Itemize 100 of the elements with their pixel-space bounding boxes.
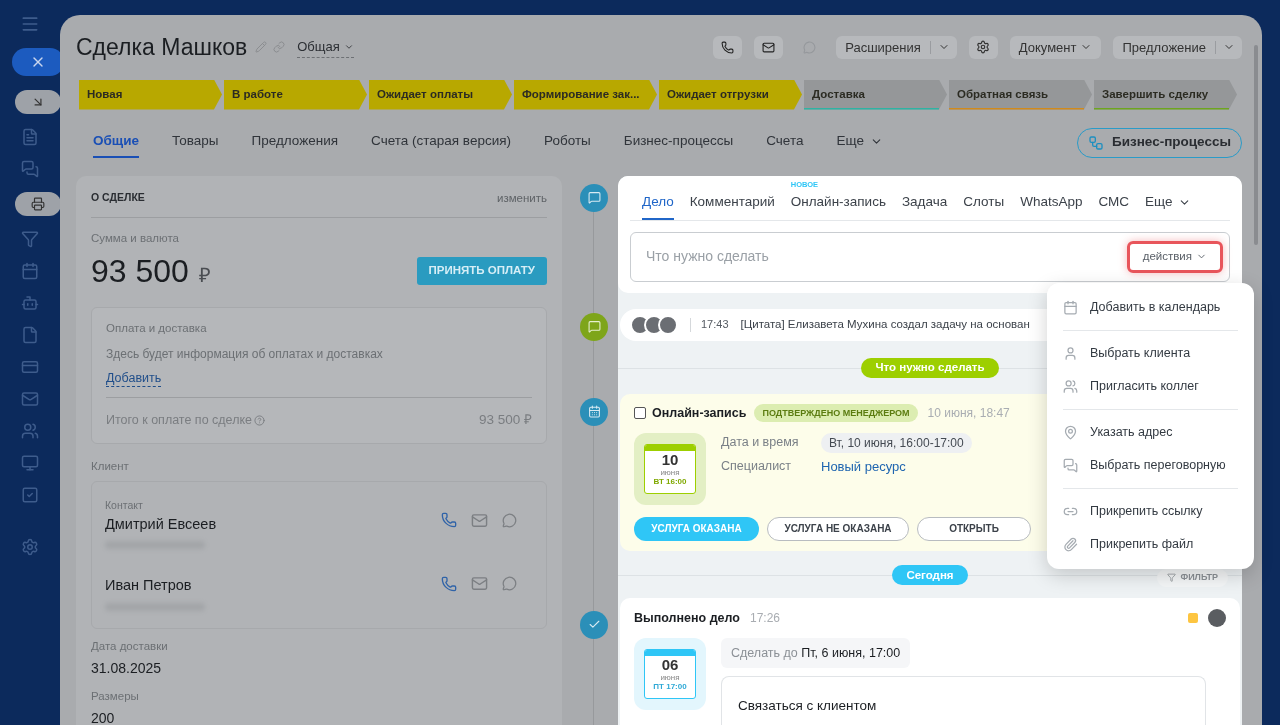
- deal-tab[interactable]: Еще: [836, 127, 883, 158]
- deal-tab[interactable]: Предложения: [251, 127, 339, 158]
- menu-icon[interactable]: [20, 14, 40, 34]
- avatar: [1208, 609, 1226, 628]
- pipeline-stage[interactable]: Завершить сделку: [1094, 79, 1237, 110]
- settings-icon[interactable]: [21, 538, 39, 556]
- todo-divider-label: Что нужно сделать: [861, 357, 999, 378]
- pipeline-stage[interactable]: Ожидает отгрузки: [659, 79, 802, 110]
- envelope-icon[interactable]: [471, 575, 488, 593]
- menu-item[interactable]: Добавить в календарь: [1063, 290, 1238, 324]
- booking-action-button[interactable]: УСЛУГА НЕ ОКАЗАНА: [767, 516, 909, 541]
- phone-icon: [721, 40, 735, 54]
- deal-tab[interactable]: Счета (старая версия): [371, 127, 511, 158]
- envelope-icon[interactable]: [21, 390, 39, 408]
- checkbox[interactable]: [634, 407, 646, 420]
- funnel-icon: [1167, 573, 1177, 583]
- deal-tab[interactable]: Счета: [766, 127, 804, 158]
- split-dropdown-button[interactable]: Расширения: [836, 35, 957, 59]
- chat-icon[interactable]: [21, 160, 39, 178]
- menu-item[interactable]: Выбрать переговорную: [1063, 448, 1238, 482]
- actions-button[interactable]: действия: [1126, 240, 1223, 273]
- checkbox-icon[interactable]: [21, 486, 39, 504]
- booking-action-button[interactable]: ОТКРЫТЬ: [917, 516, 1031, 541]
- comment-time: 17:43: [701, 317, 729, 333]
- chat-icon[interactable]: [502, 576, 517, 592]
- calendar-icon[interactable]: [21, 262, 39, 280]
- funnel-icon[interactable]: [21, 230, 39, 248]
- calendar-time: ВТ 16:00: [653, 476, 687, 487]
- deal-tab[interactable]: Бизнес-процессы: [623, 127, 734, 158]
- calendar-time: ПТ 17:00: [653, 681, 687, 692]
- dropdown-button[interactable]: Документ: [1009, 35, 1102, 59]
- deal-tab[interactable]: Товары: [172, 127, 219, 158]
- calendar-month: июня: [660, 672, 680, 682]
- link-icon[interactable]: [273, 41, 286, 54]
- chat-icon[interactable]: [502, 512, 517, 528]
- field-label: Дата доставки: [91, 638, 169, 654]
- flowchart-icon: [1087, 134, 1104, 151]
- field-label: Размеры: [91, 689, 140, 704]
- payments-title: Оплата и доставка: [106, 321, 208, 336]
- split-dropdown-button[interactable]: Предложение: [1113, 35, 1242, 59]
- calendar-icon: [587, 405, 601, 418]
- contact-name[interactable]: Дмитрий Евсеев: [105, 513, 217, 536]
- pipeline-stage[interactable]: В работе: [224, 79, 367, 110]
- file-icon[interactable]: [21, 326, 39, 344]
- detail-label: Дата и время: [721, 434, 800, 452]
- menu-item[interactable]: Пригласить коллег: [1063, 369, 1238, 403]
- editor-tab[interactable]: СМС: [1098, 186, 1129, 220]
- menu-item[interactable]: Прикрепить файл: [1063, 527, 1238, 561]
- menu-item[interactable]: Указать адрес: [1063, 415, 1238, 449]
- robot-icon[interactable]: [21, 294, 39, 312]
- deadline-text: Сделать до Пт, 6 июня, 17:00: [721, 637, 911, 668]
- specialist-link[interactable]: Новый ресурс: [821, 456, 972, 477]
- minimize-button[interactable]: [15, 90, 61, 114]
- flag-icon: [1188, 613, 1198, 624]
- pipeline-stage[interactable]: Доставка: [804, 79, 947, 110]
- task-text: Связаться с клиентом: [738, 697, 877, 713]
- deal-tab[interactable]: Общие: [93, 127, 140, 158]
- pipeline-stage[interactable]: Новая: [79, 79, 222, 110]
- task-input-field[interactable]: Что нужно сделать действия: [630, 231, 1230, 282]
- editor-tab[interactable]: Комментарий: [689, 186, 775, 220]
- editor-tab[interactable]: Задача: [901, 186, 948, 220]
- field-value: 200: [91, 709, 116, 725]
- deal-tab[interactable]: Роботы: [544, 127, 591, 158]
- currency-sign: ₽: [198, 263, 211, 288]
- contact-name[interactable]: Иван Петров: [105, 575, 205, 597]
- help-icon[interactable]: [254, 414, 265, 426]
- editor-tab[interactable]: Слоты: [963, 186, 1005, 220]
- contact-label: Контакт: [105, 497, 144, 513]
- menu-item[interactable]: Прикрепить ссылку: [1063, 494, 1238, 528]
- print-button[interactable]: [15, 192, 61, 216]
- mail-button[interactable]: [754, 35, 784, 59]
- document-icon[interactable]: [21, 128, 39, 146]
- phone-button[interactable]: [713, 35, 743, 59]
- editor-tab[interactable]: Еще: [1145, 186, 1192, 220]
- paperclip-icon: [1063, 536, 1078, 552]
- card-icon[interactable]: [21, 358, 39, 376]
- pencil-icon[interactable]: [255, 41, 268, 54]
- done-time: 17:26: [750, 610, 780, 628]
- total-amount: 93 500 ₽: [478, 411, 532, 430]
- comment-text: [Цитата] Елизавета Мухина создал задачу на основан: [740, 317, 1030, 333]
- menu-item[interactable]: Выбрать клиента: [1063, 336, 1238, 370]
- envelope-icon[interactable]: [471, 511, 488, 529]
- call-icon[interactable]: [441, 512, 457, 529]
- editor-tab[interactable]: Дело: [642, 186, 674, 220]
- category-dropdown[interactable]: Общая: [297, 37, 354, 58]
- add-link[interactable]: Добавить: [106, 371, 162, 388]
- done-title: Выполнено дело: [634, 609, 740, 627]
- editor-tab[interactable]: WhatsApp: [1020, 186, 1083, 220]
- call-icon[interactable]: [441, 575, 457, 592]
- people-icon: [1063, 378, 1078, 394]
- location-pin-icon: [1063, 424, 1078, 440]
- pipeline-stage[interactable]: Ожидает оплаты: [369, 79, 512, 110]
- chat-bubbles-icon: [1063, 457, 1078, 473]
- calendar-day: 10: [661, 450, 679, 468]
- settings-button[interactable]: [968, 35, 998, 59]
- pipeline-stage[interactable]: Формирование зак...: [514, 79, 657, 110]
- pipeline-stage[interactable]: Обратная связь: [949, 79, 1092, 110]
- deal-title: Сделка Машков: [76, 33, 248, 62]
- monitor-icon[interactable]: [21, 454, 39, 472]
- people-icon[interactable]: [21, 422, 39, 440]
